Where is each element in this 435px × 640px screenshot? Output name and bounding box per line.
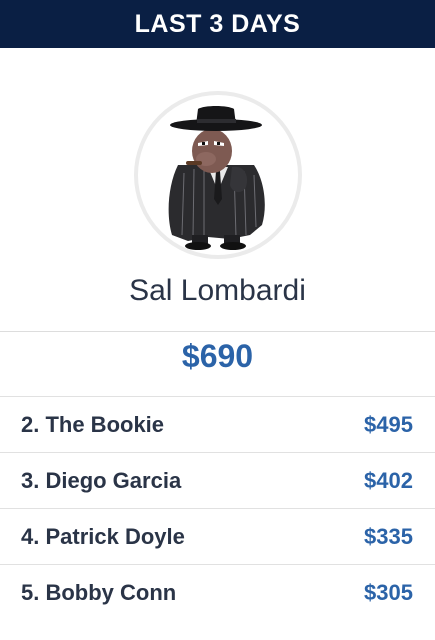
leaderboard-row[interactable]: 3. Diego Garcia $402 — [0, 452, 435, 508]
leader-name: Sal Lombardi — [129, 274, 306, 307]
header-title: LAST 3 DAYS — [134, 9, 301, 38]
row-amount: $495 — [364, 412, 413, 437]
divider-top — [0, 331, 435, 332]
leaderboard-list: 2. The Bookie $495 3. Diego Garcia $402 … — [0, 396, 435, 620]
leaderboard-row[interactable]: 4. Patrick Doyle $335 — [0, 508, 435, 564]
leaderboard-row[interactable]: 2. The Bookie $495 — [0, 396, 435, 452]
header-bar: LAST 3 DAYS — [0, 0, 435, 48]
row-player-name: 2. The Bookie — [21, 412, 165, 437]
row-amount: $305 — [364, 580, 413, 605]
leader-amount: $690 — [181, 338, 254, 374]
row-amount: $402 — [364, 468, 413, 493]
leaderboard-row[interactable]: 5. Bobby Conn $305 — [0, 564, 435, 620]
row-amount: $335 — [364, 524, 413, 549]
row-player-name: 3. Diego Garcia — [21, 468, 182, 493]
row-player-name: 5. Bobby Conn — [21, 580, 177, 605]
leader-avatar — [134, 91, 302, 259]
row-player-name: 4. Patrick Doyle — [21, 524, 185, 549]
gangster-avatar-icon — [168, 106, 265, 250]
